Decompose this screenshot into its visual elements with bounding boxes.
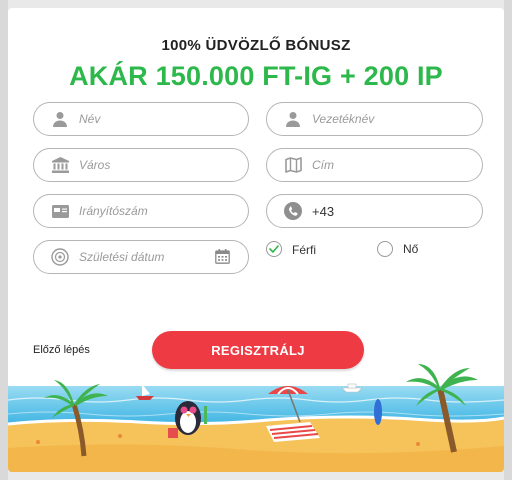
first-name-field[interactable]: Név: [33, 102, 249, 136]
phone-value: +43: [312, 203, 335, 219]
previous-step-link[interactable]: Előző lépés: [33, 344, 90, 356]
cake-icon: [50, 247, 70, 267]
first-name-placeholder: Név: [79, 112, 101, 126]
gender-male-label: Férfi: [292, 242, 316, 257]
registration-modal: 100% ÜDVÖZLŐ BÓNUSZ AKÁR 150.000 FT-IG +…: [8, 8, 504, 472]
map-icon: [283, 155, 303, 175]
person-icon: [50, 109, 70, 129]
zip-field[interactable]: Irányítószám: [33, 194, 249, 228]
last-name-placeholder: Vezetéknév: [312, 112, 375, 126]
birthdate-field[interactable]: Születési dátum: [33, 240, 249, 274]
gender-female-option[interactable]: Nő: [377, 241, 418, 257]
last-name-field[interactable]: Vezetéknév: [266, 102, 483, 136]
phone-field[interactable]: +43: [266, 194, 483, 228]
backdrop-right: [504, 0, 512, 480]
city-field[interactable]: Város: [33, 148, 249, 182]
beach-illustration: [8, 364, 504, 472]
register-button[interactable]: REGISZTRÁLJ: [152, 331, 364, 369]
gender-male-option[interactable]: Férfi: [266, 241, 316, 257]
gender-female-label: Nő: [403, 242, 419, 256]
building-icon: [50, 155, 70, 175]
backdrop-left: [0, 0, 8, 480]
radio-male-checked[interactable]: [266, 241, 282, 257]
city-placeholder: Város: [79, 158, 111, 172]
calendar-icon[interactable]: [215, 249, 230, 269]
zip-placeholder: Irányítószám: [79, 204, 148, 218]
radio-female[interactable]: [377, 241, 393, 257]
person-icon: [283, 109, 303, 129]
phone-icon: [283, 201, 303, 221]
bonus-subtitle: 100% ÜDVÖZLŐ BÓNUSZ: [161, 37, 351, 54]
card-icon: [50, 201, 70, 221]
address-field[interactable]: Cím: [266, 148, 483, 182]
address-placeholder: Cím: [312, 158, 334, 172]
bonus-headline: AKÁR 150.000 FT-IG + 200 IP: [69, 61, 443, 91]
birthdate-placeholder: Születési dátum: [79, 250, 165, 264]
